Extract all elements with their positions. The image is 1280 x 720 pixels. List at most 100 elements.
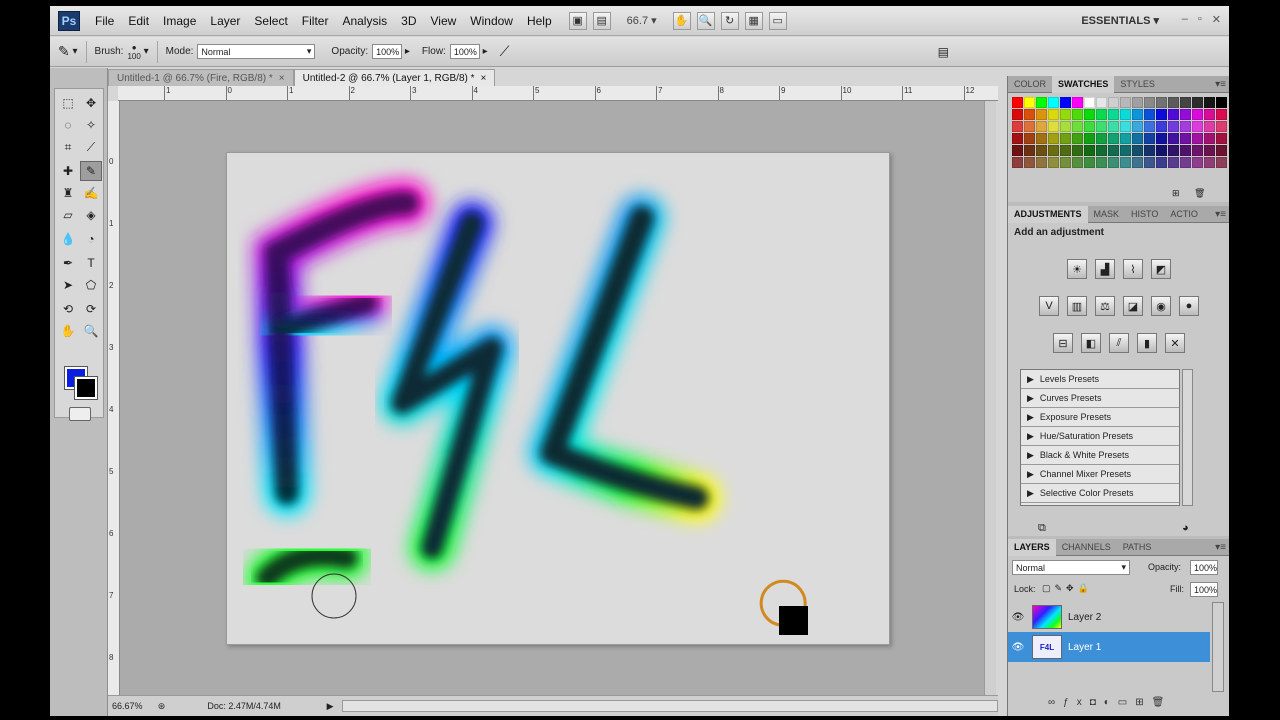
- swatch-cell[interactable]: [1084, 157, 1095, 168]
- swatch-cell[interactable]: [1048, 145, 1059, 156]
- swatch-cell[interactable]: [1084, 121, 1095, 132]
- brush-picker[interactable]: Brush: ● 100 ▾: [95, 43, 149, 61]
- preset-hue-saturation[interactable]: ▶ Hue/Saturation Presets: [1021, 427, 1179, 446]
- swatch-cell[interactable]: [1012, 157, 1023, 168]
- swatch-cell[interactable]: [1072, 97, 1083, 108]
- swatch-cell[interactable]: [1216, 145, 1227, 156]
- layer-row-layer-2[interactable]: 👁 Layer 2: [1008, 602, 1210, 632]
- swatch-cell[interactable]: [1156, 133, 1167, 144]
- swatch-cell[interactable]: [1084, 109, 1095, 120]
- swatch-cell[interactable]: [1072, 109, 1083, 120]
- tool-preset-picker[interactable]: ✎ ▾: [58, 43, 78, 60]
- swatch-cell[interactable]: [1024, 133, 1035, 144]
- swatch-cell[interactable]: [1108, 133, 1119, 144]
- new-group-icon[interactable]: ▭: [1118, 697, 1135, 708]
- swatch-cell[interactable]: [1216, 109, 1227, 120]
- swatch-cell[interactable]: [1060, 109, 1071, 120]
- swatch-cell[interactable]: [1204, 145, 1215, 156]
- opacity-input[interactable]: 100%: [372, 44, 403, 59]
- swatch-cell[interactable]: [1108, 109, 1119, 120]
- tab-styles[interactable]: STYLES: [1114, 76, 1161, 93]
- restore-icon[interactable]: ▫: [1198, 13, 1202, 26]
- swatch-cell[interactable]: [1180, 145, 1191, 156]
- swatch-cell[interactable]: [1120, 121, 1131, 132]
- menu-window[interactable]: Window: [463, 14, 520, 28]
- swatch-cell[interactable]: [1204, 133, 1215, 144]
- exposure-icon[interactable]: ◩: [1151, 259, 1171, 279]
- swatch-cell[interactable]: [1108, 97, 1119, 108]
- color-balance-icon[interactable]: ⚖: [1095, 296, 1115, 316]
- tab-swatches[interactable]: SWATCHES: [1052, 75, 1115, 93]
- swatch-cell[interactable]: [1060, 97, 1071, 108]
- swatch-cell[interactable]: [1084, 133, 1095, 144]
- swatch-cell[interactable]: [1084, 145, 1095, 156]
- swatch-cell[interactable]: [1168, 133, 1179, 144]
- horizontal-scrollbar[interactable]: [341, 700, 998, 712]
- zoom-tool-icon[interactable]: 🔍: [696, 11, 715, 30]
- swatch-cell[interactable]: [1156, 121, 1167, 132]
- swatch-cell[interactable]: [1192, 157, 1203, 168]
- swatch-cell[interactable]: [1156, 97, 1167, 108]
- layer-row-layer-1[interactable]: 👁 F4L Layer 1: [1008, 632, 1210, 662]
- close-icon[interactable]: ✕: [1212, 13, 1221, 26]
- swatch-cell[interactable]: [1108, 157, 1119, 168]
- posterize-icon[interactable]: ◧: [1081, 333, 1101, 353]
- menu-analysis[interactable]: Analysis: [335, 14, 394, 28]
- swatch-cell[interactable]: [1072, 133, 1083, 144]
- swatch-cell[interactable]: [1048, 109, 1059, 120]
- swatch-cell[interactable]: [1168, 157, 1179, 168]
- rotate-view-icon[interactable]: ↻: [720, 11, 739, 30]
- swatch-cell[interactable]: [1096, 157, 1107, 168]
- 3d-orbit-icon[interactable]: ⟳: [80, 299, 102, 319]
- preset-black-white[interactable]: ▶ Black & White Presets: [1021, 446, 1179, 465]
- brush-tool-icon[interactable]: ✎: [80, 161, 102, 181]
- swatch-cell[interactable]: [1096, 97, 1107, 108]
- hue-saturation-icon[interactable]: ▥: [1067, 296, 1087, 316]
- eye-icon[interactable]: 👁: [1008, 642, 1028, 653]
- vertical-scrollbar[interactable]: [984, 101, 996, 695]
- swatch-cell[interactable]: [1096, 121, 1107, 132]
- swatch-cell[interactable]: [1036, 145, 1047, 156]
- healing-brush-icon[interactable]: ✚: [57, 161, 79, 181]
- preset-curves[interactable]: ▶ Curves Presets: [1021, 389, 1179, 408]
- adjust-visibility-icon[interactable]: ◕: [1182, 522, 1189, 534]
- screen-mode-icon[interactable]: ▭: [768, 11, 787, 30]
- layer-style-icon[interactable]: ƒx: [1063, 697, 1090, 708]
- swatch-cell[interactable]: [1156, 109, 1167, 120]
- swatch-cell[interactable]: [1120, 133, 1131, 144]
- swatch-cell[interactable]: [1108, 145, 1119, 156]
- path-selection-icon[interactable]: ➤: [57, 275, 79, 295]
- hand-tool-icon[interactable]: ✋: [57, 321, 79, 341]
- eye-icon[interactable]: 👁: [1008, 612, 1028, 623]
- status-menu-arrow[interactable]: ▶: [327, 701, 334, 712]
- menu-file[interactable]: File: [88, 14, 121, 28]
- eraser-tool-icon[interactable]: ▱: [57, 205, 79, 225]
- zoom-level[interactable]: 66.7 ▾: [617, 12, 667, 30]
- swatch-cell[interactable]: [1012, 121, 1023, 132]
- move-tool-icon[interactable]: ✥: [80, 93, 102, 113]
- swatch-cell[interactable]: [1060, 121, 1071, 132]
- preset-channel-mixer[interactable]: ▶ Channel Mixer Presets: [1021, 465, 1179, 484]
- threshold-icon[interactable]: ⫽: [1109, 333, 1129, 353]
- swatch-cell[interactable]: [1132, 157, 1143, 168]
- swatch-cell[interactable]: [1216, 121, 1227, 132]
- presets-scrollbar[interactable]: [1182, 369, 1193, 506]
- swatch-cell[interactable]: [1144, 97, 1155, 108]
- swatch-cell[interactable]: [1120, 97, 1131, 108]
- workspace-switcher[interactable]: ESSENTIALS ▾: [1081, 14, 1159, 27]
- swatch-cell[interactable]: [1096, 109, 1107, 120]
- swatch-cell[interactable]: [1048, 133, 1059, 144]
- swatch-cell[interactable]: [1144, 133, 1155, 144]
- menu-3d[interactable]: 3D: [394, 14, 423, 28]
- lock-icons[interactable]: ▢✎✥🔒: [1042, 583, 1093, 594]
- type-tool-icon[interactable]: T: [80, 253, 102, 273]
- swatch-cell[interactable]: [1204, 121, 1215, 132]
- tab-untitled-1[interactable]: Untitled-1 @ 66.7% (Fire, RGB/8) * ×: [108, 69, 294, 86]
- swatch-cell[interactable]: [1192, 121, 1203, 132]
- hand-tool-icon[interactable]: ✋: [672, 11, 691, 30]
- swatch-cell[interactable]: [1012, 109, 1023, 120]
- swatch-cell[interactable]: [1216, 133, 1227, 144]
- swatch-cell[interactable]: [1048, 157, 1059, 168]
- swatch-cell[interactable]: [1012, 133, 1023, 144]
- levels-icon[interactable]: ▟: [1095, 259, 1115, 279]
